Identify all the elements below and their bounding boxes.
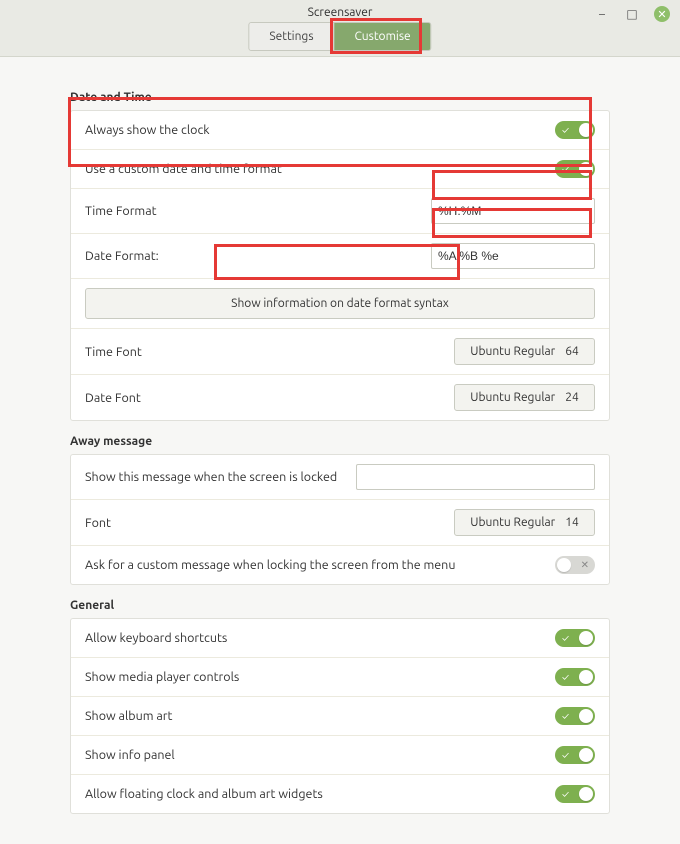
check-icon: ✓	[562, 750, 569, 761]
button-format-syntax-info[interactable]: Show information on date format syntax	[85, 288, 595, 319]
time-font-size: 64	[565, 345, 579, 358]
input-time-format[interactable]	[431, 198, 595, 224]
row-media-controls: Show media player controls ✓	[71, 658, 609, 697]
window-controls: – □ ✕	[594, 6, 670, 22]
tab-settings[interactable]: Settings	[249, 23, 334, 50]
panel-date-time: Always show the clock ✓ Use a custom dat…	[70, 110, 610, 421]
date-font-size: 24	[565, 391, 579, 404]
chooser-time-font[interactable]: Ubuntu Regular 64	[454, 338, 595, 365]
row-time-font: Time Font Ubuntu Regular 64	[71, 329, 609, 375]
away-font-size: 14	[565, 516, 579, 529]
window-title: Screensaver	[308, 6, 373, 19]
label-floating-widgets: Allow floating clock and album art widge…	[85, 787, 555, 801]
tab-customise[interactable]: Customise	[335, 23, 431, 50]
row-away-msg: Show this message when the screen is loc…	[71, 455, 609, 500]
row-time-format: Time Format	[71, 189, 609, 234]
check-icon: ✓	[562, 633, 569, 644]
row-date-format: Date Format:	[71, 234, 609, 279]
label-time-format: Time Format	[85, 204, 431, 218]
toggle-kbd-shortcuts[interactable]: ✓	[555, 629, 595, 647]
toggle-album-art[interactable]: ✓	[555, 707, 595, 725]
label-info-panel: Show info panel	[85, 748, 555, 762]
check-icon: ✓	[562, 711, 569, 722]
row-info-panel: Show info panel ✓	[71, 736, 609, 775]
section-date-time: Date and Time	[70, 91, 610, 104]
label-kbd-shortcuts: Allow keyboard shortcuts	[85, 631, 555, 645]
x-icon: ✕	[581, 559, 589, 571]
row-ask-custom-msg: Ask for a custom message when locking th…	[71, 546, 609, 584]
input-away-msg[interactable]	[356, 464, 595, 490]
panel-away-message: Show this message when the screen is loc…	[70, 454, 610, 585]
row-syntax-info: Show information on date format syntax	[71, 279, 609, 329]
check-icon: ✓	[562, 164, 569, 175]
panel-general: Allow keyboard shortcuts ✓ Show media pl…	[70, 618, 610, 814]
label-date-format: Date Format:	[85, 249, 431, 263]
toggle-custom-format[interactable]: ✓	[555, 160, 595, 178]
label-album-art: Show album art	[85, 709, 555, 723]
close-button[interactable]: ✕	[654, 6, 670, 22]
label-ask-custom-msg: Ask for a custom message when locking th…	[85, 558, 555, 572]
date-font-family: Ubuntu Regular	[470, 391, 555, 404]
chooser-away-font[interactable]: Ubuntu Regular 14	[454, 509, 595, 536]
time-font-family: Ubuntu Regular	[470, 345, 555, 358]
input-date-format[interactable]	[431, 243, 595, 269]
row-away-font: Font Ubuntu Regular 14	[71, 500, 609, 546]
label-always-show-clock: Always show the clock	[85, 123, 555, 137]
toggle-floating-widgets[interactable]: ✓	[555, 785, 595, 803]
section-away-message: Away message	[70, 435, 610, 448]
chooser-date-font[interactable]: Ubuntu Regular 24	[454, 384, 595, 411]
row-always-show-clock: Always show the clock ✓	[71, 111, 609, 150]
check-icon: ✓	[562, 125, 569, 136]
toggle-always-show-clock[interactable]: ✓	[555, 121, 595, 139]
label-time-font: Time Font	[85, 345, 454, 359]
label-away-font: Font	[85, 516, 454, 530]
label-custom-format: Use a custom date and time format	[85, 162, 555, 176]
maximize-button[interactable]: □	[624, 6, 640, 22]
toggle-info-panel[interactable]: ✓	[555, 746, 595, 764]
row-date-font: Date Font Ubuntu Regular 24	[71, 375, 609, 420]
row-album-art: Show album art ✓	[71, 697, 609, 736]
toggle-media-controls[interactable]: ✓	[555, 668, 595, 686]
label-media-controls: Show media player controls	[85, 670, 555, 684]
row-kbd-shortcuts: Allow keyboard shortcuts ✓	[71, 619, 609, 658]
check-icon: ✓	[562, 789, 569, 800]
row-floating-widgets: Allow floating clock and album art widge…	[71, 775, 609, 813]
away-font-family: Ubuntu Regular	[470, 516, 555, 529]
tab-bar: Settings Customise	[248, 22, 431, 51]
label-date-font: Date Font	[85, 391, 454, 405]
row-custom-format: Use a custom date and time format ✓	[71, 150, 609, 189]
minimize-button[interactable]: –	[594, 6, 610, 22]
section-general: General	[70, 599, 610, 612]
toggle-ask-custom-msg[interactable]: ✕	[555, 556, 595, 574]
label-away-msg: Show this message when the screen is loc…	[85, 470, 356, 484]
check-icon: ✓	[562, 672, 569, 683]
